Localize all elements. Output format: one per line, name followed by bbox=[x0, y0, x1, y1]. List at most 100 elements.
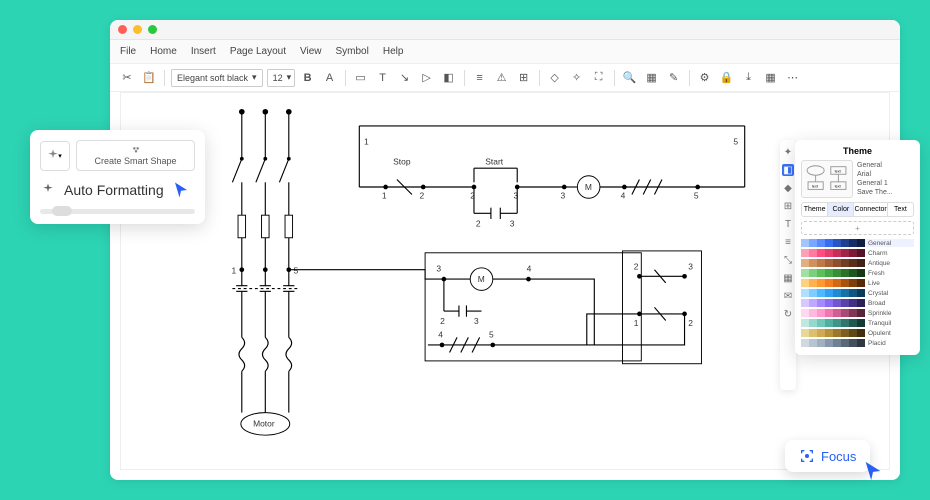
color-swatch[interactable] bbox=[849, 269, 857, 277]
grid-icon[interactable]: ▦ bbox=[762, 69, 780, 87]
export-icon[interactable]: ⤓ bbox=[740, 69, 758, 87]
tab-color[interactable]: Color bbox=[828, 203, 854, 216]
palette-row[interactable]: Live bbox=[801, 279, 914, 287]
theme-preview-thumbnail[interactable]: text text text bbox=[801, 160, 853, 198]
palette-row[interactable]: Fresh bbox=[801, 269, 914, 277]
arrange-icon[interactable]: ≡ bbox=[782, 236, 794, 248]
color-swatch[interactable] bbox=[833, 249, 841, 257]
create-smart-shape-button[interactable]: Create Smart Shape bbox=[76, 140, 195, 171]
color-swatch[interactable] bbox=[801, 279, 809, 287]
effects-icon[interactable]: ✧ bbox=[568, 69, 586, 87]
color-swatch[interactable] bbox=[809, 319, 817, 327]
tab-theme[interactable]: Theme bbox=[802, 203, 828, 216]
color-swatch[interactable] bbox=[833, 299, 841, 307]
color-swatch[interactable] bbox=[825, 279, 833, 287]
color-swatch[interactable] bbox=[849, 249, 857, 257]
rectangle-icon[interactable]: ▭ bbox=[352, 69, 370, 87]
color-swatch[interactable] bbox=[809, 279, 817, 287]
color-swatch[interactable] bbox=[841, 259, 849, 267]
font-color-icon[interactable]: A bbox=[321, 69, 339, 87]
color-swatch[interactable] bbox=[849, 259, 857, 267]
color-swatch[interactable] bbox=[857, 269, 865, 277]
add-palette-button[interactable]: + bbox=[801, 221, 914, 235]
canvas[interactable]: .wire{stroke:#000;stroke-width:1.2;fill:… bbox=[120, 92, 890, 470]
color-swatch[interactable] bbox=[825, 239, 833, 247]
color-swatch[interactable] bbox=[825, 299, 833, 307]
theme-list-arial[interactable]: Arial bbox=[857, 171, 893, 178]
color-swatch[interactable] bbox=[833, 329, 841, 337]
color-swatch[interactable] bbox=[825, 319, 833, 327]
tab-connector[interactable]: Connector bbox=[854, 203, 887, 216]
color-swatch[interactable] bbox=[841, 299, 849, 307]
text-icon[interactable]: T bbox=[782, 218, 794, 230]
color-swatch[interactable] bbox=[841, 319, 849, 327]
color-swatch[interactable] bbox=[849, 309, 857, 317]
color-swatch[interactable] bbox=[857, 299, 865, 307]
color-swatch[interactable] bbox=[817, 289, 825, 297]
color-swatch[interactable] bbox=[801, 239, 809, 247]
color-swatch[interactable] bbox=[857, 339, 865, 347]
color-swatch[interactable] bbox=[825, 259, 833, 267]
font-family-select[interactable]: Elegant soft black ▾ bbox=[171, 69, 263, 87]
slider[interactable] bbox=[40, 209, 195, 214]
color-swatch[interactable] bbox=[809, 339, 817, 347]
color-swatch[interactable] bbox=[833, 319, 841, 327]
color-swatch[interactable] bbox=[817, 279, 825, 287]
color-swatch[interactable] bbox=[801, 309, 809, 317]
color-swatch[interactable] bbox=[849, 299, 857, 307]
color-swatch[interactable] bbox=[825, 269, 833, 277]
palette-row[interactable]: General bbox=[801, 239, 914, 247]
menu-view[interactable]: View bbox=[300, 46, 322, 57]
color-swatch[interactable] bbox=[849, 239, 857, 247]
color-swatch[interactable] bbox=[817, 239, 825, 247]
color-swatch[interactable] bbox=[833, 339, 841, 347]
color-swatch[interactable] bbox=[833, 289, 841, 297]
color-swatch[interactable] bbox=[841, 269, 849, 277]
color-swatch[interactable] bbox=[801, 299, 809, 307]
history-icon[interactable]: ↻ bbox=[782, 308, 794, 320]
color-swatch[interactable] bbox=[801, 259, 809, 267]
text-icon[interactable]: T bbox=[374, 69, 392, 87]
pen-icon[interactable]: ✎ bbox=[665, 69, 683, 87]
minimize-button[interactable] bbox=[133, 25, 142, 34]
palette-row[interactable]: Tranquil bbox=[801, 319, 914, 327]
color-swatch[interactable] bbox=[825, 309, 833, 317]
color-swatch[interactable] bbox=[809, 249, 817, 257]
layers-icon[interactable]: ◆ bbox=[782, 182, 794, 194]
color-swatch[interactable] bbox=[849, 279, 857, 287]
color-swatch[interactable] bbox=[833, 309, 841, 317]
warning-icon[interactable]: ⚠ bbox=[493, 69, 511, 87]
close-button[interactable] bbox=[118, 25, 127, 34]
shapes-icon[interactable]: ✦ bbox=[782, 146, 794, 158]
color-swatch[interactable] bbox=[801, 289, 809, 297]
color-swatch[interactable] bbox=[841, 289, 849, 297]
color-swatch[interactable] bbox=[857, 289, 865, 297]
color-swatch[interactable] bbox=[841, 309, 849, 317]
menu-symbol[interactable]: Symbol bbox=[336, 46, 369, 57]
color-swatch[interactable] bbox=[841, 279, 849, 287]
color-swatch[interactable] bbox=[841, 249, 849, 257]
color-swatch[interactable] bbox=[833, 279, 841, 287]
color-swatch[interactable] bbox=[849, 339, 857, 347]
menu-home[interactable]: Home bbox=[150, 46, 177, 57]
styles-icon[interactable]: ◧ bbox=[782, 164, 794, 176]
lock-icon[interactable]: 🔒 bbox=[718, 69, 736, 87]
color-swatch[interactable] bbox=[817, 299, 825, 307]
menu-page-layout[interactable]: Page Layout bbox=[230, 46, 286, 57]
color-swatch[interactable] bbox=[833, 259, 841, 267]
cut-icon[interactable]: ✂ bbox=[118, 69, 136, 87]
color-swatch[interactable] bbox=[857, 239, 865, 247]
color-swatch[interactable] bbox=[825, 329, 833, 337]
palette-row[interactable]: Crystal bbox=[801, 289, 914, 297]
grid-icon[interactable]: ▦ bbox=[782, 272, 794, 284]
palette-row[interactable]: Opulent bbox=[801, 329, 914, 337]
color-swatch[interactable] bbox=[809, 259, 817, 267]
fill-icon[interactable]: ◇ bbox=[546, 69, 564, 87]
palette-row[interactable]: Charm bbox=[801, 249, 914, 257]
palette-row[interactable]: Antique bbox=[801, 259, 914, 267]
group-icon[interactable]: ⊞ bbox=[515, 69, 533, 87]
color-swatch[interactable] bbox=[841, 239, 849, 247]
color-swatch[interactable] bbox=[817, 319, 825, 327]
color-swatch[interactable] bbox=[825, 249, 833, 257]
color-swatch[interactable] bbox=[833, 269, 841, 277]
